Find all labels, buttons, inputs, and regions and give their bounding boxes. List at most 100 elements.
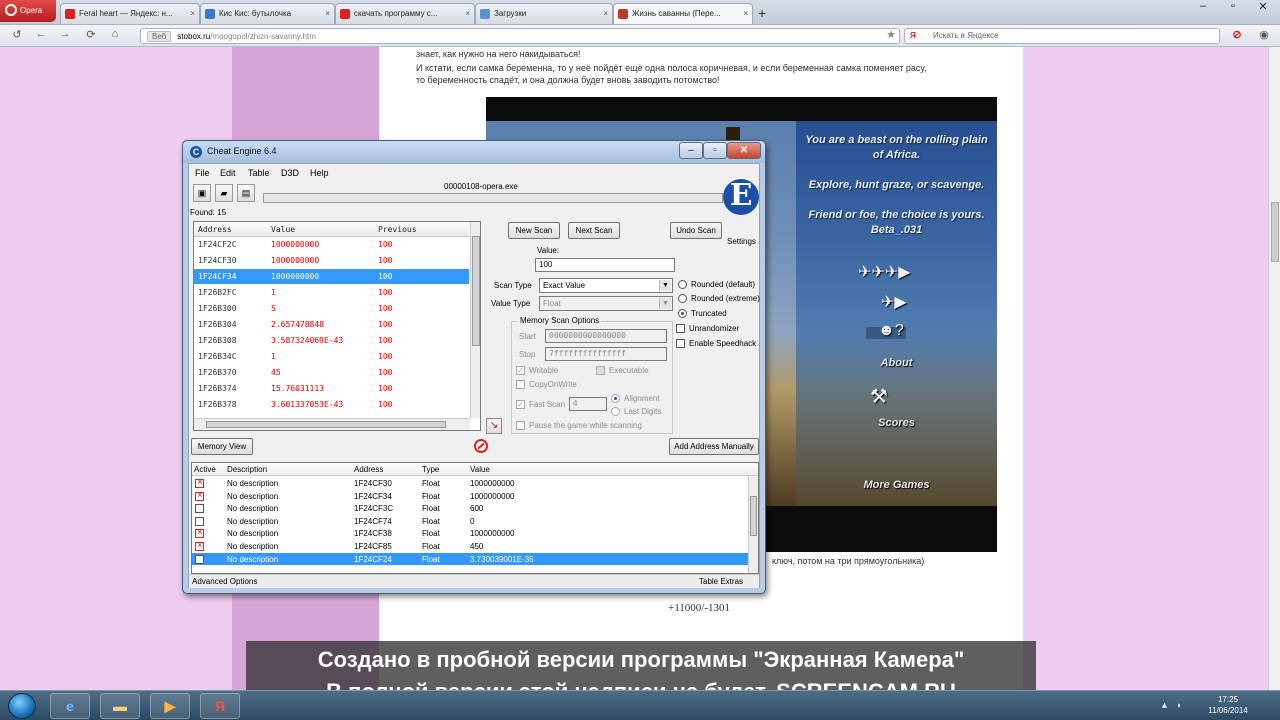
close-tab-icon[interactable]: ×	[603, 9, 608, 18]
save-icon[interactable]: ▤	[237, 184, 255, 202]
table-row[interactable]: No description 1F24CF34 Float 1000000000	[192, 490, 748, 503]
new-scan-button[interactable]: New Scan	[508, 222, 560, 239]
opera-link-icon[interactable]: ⊘	[1228, 28, 1246, 44]
page-scrollbar[interactable]	[1268, 47, 1280, 690]
maximize-icon[interactable]: ▫	[1218, 0, 1248, 18]
address-table-vscroll[interactable]	[748, 476, 758, 573]
menu-edit[interactable]: Edit	[220, 168, 236, 178]
rounded-extreme-radio[interactable]	[678, 294, 687, 303]
close-tab-icon[interactable]: ×	[465, 9, 470, 18]
active-checkbox[interactable]	[195, 554, 204, 564]
result-row[interactable]: 1F26B2FC 1 100	[194, 285, 469, 300]
result-row[interactable]: 1F26B34C 1 100	[194, 349, 469, 364]
col-address[interactable]: Address	[354, 465, 383, 474]
search-input[interactable]: Я Искать в Яндексе	[904, 28, 1220, 44]
table-row[interactable]: No description 1F24CF74 Float 0	[192, 515, 748, 528]
stop-address-input[interactable]: 7fffffffffffffff	[545, 347, 667, 361]
result-row[interactable]: 1F26B308 3.587324069E-43 100	[194, 333, 469, 348]
truncated-radio[interactable]	[678, 309, 687, 318]
fast-scan-checkbox[interactable]: ✓	[516, 400, 525, 409]
tab-4[interactable]: Загрузки ×	[475, 3, 613, 24]
col-value[interactable]: Value	[470, 465, 490, 474]
game-menu-scores[interactable]: Scores	[796, 417, 997, 429]
col-active[interactable]: Active	[194, 465, 216, 474]
pause-game-checkbox[interactable]	[516, 421, 525, 430]
yandex-icon[interactable]: Я	[200, 693, 240, 719]
active-checkbox[interactable]	[195, 516, 204, 526]
result-row[interactable]: 1F26B304 2.657478848 100	[194, 317, 469, 332]
close-window-icon[interactable]: ✕	[1248, 0, 1278, 18]
address-table-vscroll-thumb[interactable]	[750, 496, 757, 536]
tab-2[interactable]: Кис Кис: бутылочка ×	[200, 3, 335, 24]
scan-type-select[interactable]: Exact Value ▼	[539, 278, 673, 293]
last-digits-radio[interactable]	[611, 407, 620, 416]
active-checkbox[interactable]	[195, 527, 204, 539]
table-row[interactable]: No description 1F24CF38 Float 1000000000	[192, 527, 748, 540]
forward-icon[interactable]: →	[56, 28, 74, 44]
results-vscroll[interactable]	[470, 222, 480, 418]
copyonwrite-checkbox[interactable]	[516, 380, 525, 389]
network-icon[interactable]: ▲	[1160, 700, 1169, 710]
active-checkbox[interactable]	[195, 504, 204, 514]
result-row[interactable]: 1F24CF2C 1000000000 100	[194, 237, 469, 252]
media-icon[interactable]: ▶	[150, 693, 190, 719]
scan-results-list[interactable]: Address Value Previous 1F24CF2C 100000000…	[193, 221, 481, 431]
table-extras-link[interactable]: Table Extras	[699, 577, 743, 586]
speed-dial-icon[interactable]: ◉	[1255, 28, 1273, 44]
taskbar-clock[interactable]: 17:25 11/06/2014	[1206, 694, 1250, 716]
menu-d3d[interactable]: D3D	[281, 168, 299, 178]
col-previous[interactable]: Previous	[378, 225, 417, 234]
close-tab-icon[interactable]: ×	[190, 9, 195, 18]
start-address-input[interactable]: 0000000000000000	[545, 329, 667, 343]
result-row[interactable]: 1F26B374 15.76031113 100	[194, 381, 469, 396]
active-checkbox[interactable]	[195, 490, 204, 501]
col-address[interactable]: Address	[198, 225, 232, 234]
col-type[interactable]: Type	[422, 465, 439, 474]
results-hscroll[interactable]	[194, 418, 470, 430]
close-tab-icon[interactable]: ×	[743, 9, 748, 18]
menu-help[interactable]: Help	[310, 168, 329, 178]
result-row[interactable]: 1F24CF34 1000000000 100	[194, 269, 469, 284]
rounded-default-radio[interactable]	[678, 280, 687, 289]
results-hscroll-thumb[interactable]	[206, 421, 446, 428]
unrandomizer-checkbox[interactable]	[676, 324, 685, 333]
add-address-manually-button[interactable]: Add Address Manually	[669, 438, 759, 455]
add-selected-arrow-icon[interactable]: ↘	[486, 418, 502, 434]
result-row[interactable]: 1F24CF30 1000000000 100	[194, 253, 469, 268]
game-menu-more-games[interactable]: More Games	[796, 479, 997, 491]
reload-icon[interactable]: ⟳	[82, 28, 100, 44]
help-icon[interactable]: ☻?	[878, 322, 904, 340]
value-input[interactable]: 100	[535, 258, 675, 272]
volume-icon[interactable]: ◖	[1176, 700, 1181, 710]
explorer-icon[interactable]: ▬	[100, 693, 140, 719]
new-tab-icon[interactable]: +	[758, 5, 766, 21]
result-row[interactable]: 1F26B300 5 100	[194, 301, 469, 316]
memory-view-button[interactable]: Memory View	[191, 438, 253, 455]
advanced-options-link[interactable]: Advanced Options	[192, 577, 257, 586]
table-row[interactable]: No description 1F24CF24 Float 3.730039001E-…	[192, 552, 748, 566]
address-input[interactable]: Веб stobox.ru/moogopol/zhizn-savanny.htm	[140, 28, 900, 44]
active-checkbox[interactable]	[195, 477, 204, 488]
back-icon[interactable]: ←	[32, 28, 50, 44]
ce-title-bar[interactable]: C Cheat Engine 6.4 – ▫ ✕	[183, 141, 765, 163]
start-button[interactable]	[8, 693, 36, 719]
bookmark-star-icon[interactable]: ★	[882, 28, 900, 44]
page-scrollbar-thumb[interactable]	[1271, 202, 1279, 262]
result-row[interactable]: 1F26B378 3.601337053E-43 100	[194, 397, 469, 412]
settings-label[interactable]: Settings	[727, 237, 756, 246]
opera-menu-button[interactable]: Opera	[0, 0, 56, 22]
next-scan-button[interactable]: Next Scan	[568, 222, 620, 239]
results-vscroll-thumb[interactable]	[472, 236, 480, 346]
open-file-icon[interactable]: ▰	[215, 184, 233, 202]
ce-minimize-button[interactable]: –	[679, 142, 703, 159]
game-menu-about[interactable]: About	[796, 357, 997, 369]
panel-toggle-icon[interactable]: ↺	[8, 28, 26, 44]
col-description[interactable]: Description	[227, 465, 267, 474]
home-icon[interactable]: ⌂	[106, 28, 124, 44]
menu-table[interactable]: Table	[248, 168, 270, 178]
speedhack-checkbox[interactable]	[676, 339, 685, 348]
writable-checkbox[interactable]: ✓	[516, 366, 525, 375]
col-value[interactable]: Value	[271, 225, 295, 234]
table-row[interactable]: No description 1F24CF3C Float 600	[192, 502, 748, 515]
active-checkbox[interactable]	[195, 540, 204, 551]
